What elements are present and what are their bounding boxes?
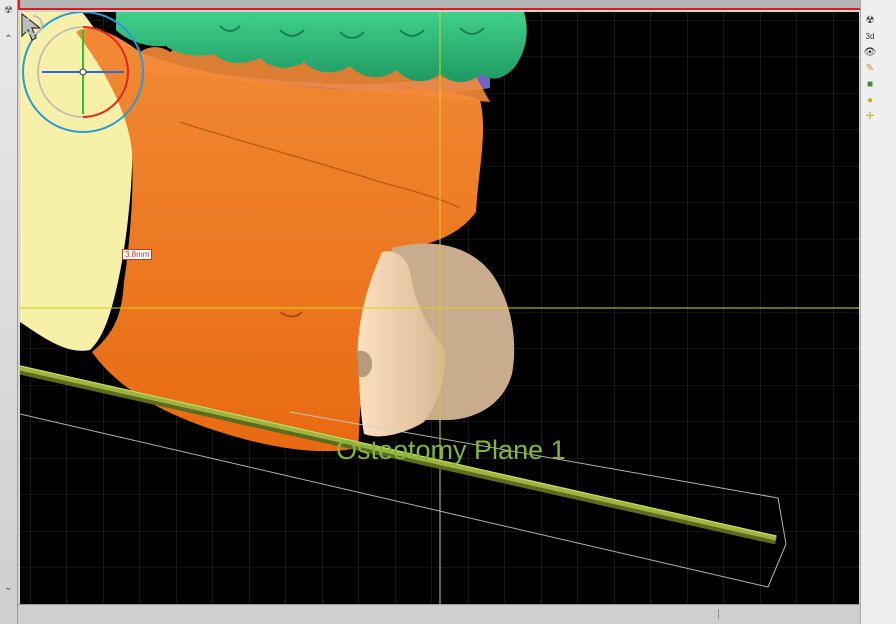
status-separator (718, 609, 719, 619)
chevron-down-icon[interactable]: ⌄ (3, 582, 14, 593)
view-3d-icon[interactable]: 3d (863, 30, 877, 44)
rotate-icon (22, 15, 43, 35)
chevron-up-icon[interactable]: ⌃ (3, 34, 14, 45)
axes-icon[interactable]: ✛ (863, 110, 877, 124)
left-panel-strip: ☢ ⌃ ⌄ (0, 0, 18, 624)
gizmo-center[interactable] (79, 68, 87, 76)
cube-icon[interactable]: ■ (863, 78, 877, 92)
paint-icon[interactable]: ✎ (863, 62, 877, 76)
eye-icon[interactable]: 👁 (863, 46, 877, 60)
top-panel-frame (18, 0, 862, 10)
status-bar (18, 604, 860, 624)
radiation-icon[interactable]: ☢ (863, 14, 877, 28)
3d-viewport[interactable]: 3.8mm Osteotomy Plane 1 (20, 12, 859, 604)
radiation-icon[interactable]: ☢ (3, 5, 14, 16)
plane-label: Osteotomy Plane 1 (336, 435, 566, 465)
gizmo-red-arc[interactable] (82, 26, 129, 73)
sphere-icon[interactable]: ● (863, 94, 877, 108)
right-toolbar: ☢ 3d 👁 ✎ ■ ● ✛ (860, 0, 896, 624)
measurement-label: 3.8mm (122, 249, 153, 260)
